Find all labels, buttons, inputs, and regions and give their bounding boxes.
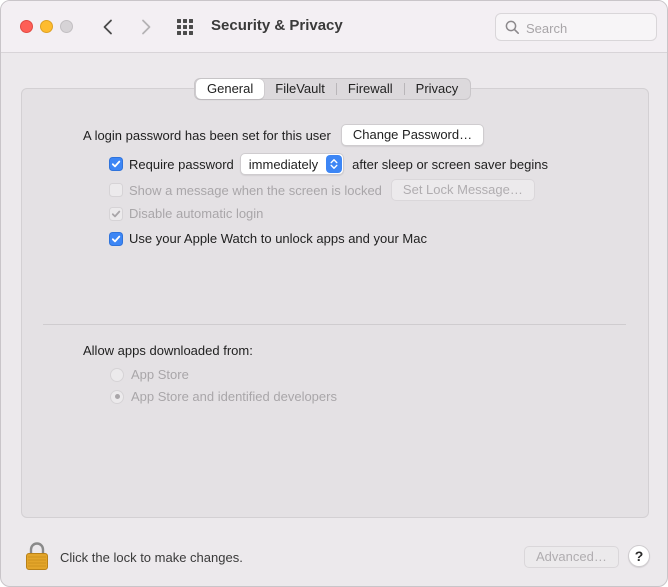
- window-title: Security & Privacy: [211, 17, 343, 34]
- updown-arrows-icon: [326, 155, 343, 173]
- show-message-row: Show a message when the screen is locked…: [109, 179, 535, 201]
- delay-value: immediately: [248, 156, 319, 172]
- set-lock-message-button[interactable]: Set Lock Message…: [390, 179, 535, 201]
- title-bar: Security & Privacy: [1, 1, 667, 53]
- disable-auto-login-row: Disable automatic login: [109, 206, 263, 221]
- back-button[interactable]: [97, 15, 119, 39]
- login-password-label: A login password has been set for this u…: [83, 127, 331, 143]
- require-password-checkbox[interactable]: [109, 157, 123, 171]
- tab-privacy[interactable]: Privacy: [405, 79, 470, 99]
- change-password-button[interactable]: Change Password…: [340, 124, 485, 146]
- app-store-radio[interactable]: [110, 367, 124, 382]
- search-field[interactable]: [495, 13, 657, 41]
- disable-auto-login-label: Disable automatic login: [129, 206, 264, 221]
- checkmark-icon: [111, 160, 121, 168]
- tab-general[interactable]: General: [196, 79, 265, 99]
- close-window-button[interactable]: [20, 20, 33, 33]
- apple-watch-checkbox[interactable]: [109, 231, 123, 246]
- zoom-window-button[interactable]: [60, 20, 73, 33]
- show-message-label: Show a message when the screen is locked: [129, 182, 382, 198]
- allow-identified-option: App Store and identified developers: [110, 389, 337, 404]
- apple-watch-label: Use your Apple Watch to unlock apps and …: [129, 231, 427, 246]
- identified-developers-label: App Store and identified developers: [131, 389, 337, 404]
- minimize-window-button[interactable]: [40, 20, 53, 33]
- section-divider: [43, 324, 626, 325]
- require-password-row: Require password immediately after sleep…: [109, 153, 548, 175]
- require-password-suffix: after sleep or screen saver begins: [352, 156, 548, 172]
- tab-filevault[interactable]: FileVault: [264, 79, 336, 99]
- search-input[interactable]: [526, 18, 650, 38]
- lock-message: Click the lock to make changes.: [60, 550, 243, 565]
- checkmark-icon: [111, 210, 121, 217]
- show-all-grid-icon[interactable]: [176, 17, 196, 37]
- security-privacy-window: Security & Privacy General FileVault Fir…: [0, 0, 668, 587]
- chevron-right-icon: [142, 19, 151, 35]
- show-message-checkbox[interactable]: [109, 183, 123, 197]
- allow-apps-heading: Allow apps downloaded from:: [83, 343, 253, 358]
- tab-bar: General FileVault Firewall Privacy: [194, 78, 472, 100]
- require-password-label: Require password: [129, 156, 234, 172]
- chevron-left-icon: [103, 19, 112, 35]
- lock-icon[interactable]: [25, 541, 49, 571]
- disable-auto-login-checkbox[interactable]: [109, 206, 123, 221]
- require-password-delay-select[interactable]: immediately: [239, 153, 345, 175]
- checkmark-icon: [111, 235, 121, 242]
- apple-watch-row: Use your Apple Watch to unlock apps and …: [109, 231, 427, 246]
- identified-developers-radio[interactable]: [110, 389, 124, 404]
- forward-button[interactable]: [135, 15, 157, 39]
- search-icon: [505, 20, 519, 34]
- login-password-row: A login password has been set for this u…: [83, 124, 485, 146]
- help-button[interactable]: ?: [628, 545, 650, 567]
- app-store-label: App Store: [131, 367, 189, 382]
- tab-firewall[interactable]: Firewall: [337, 79, 404, 99]
- allow-app-store-option: App Store: [110, 367, 189, 382]
- advanced-button[interactable]: Advanced…: [524, 546, 619, 568]
